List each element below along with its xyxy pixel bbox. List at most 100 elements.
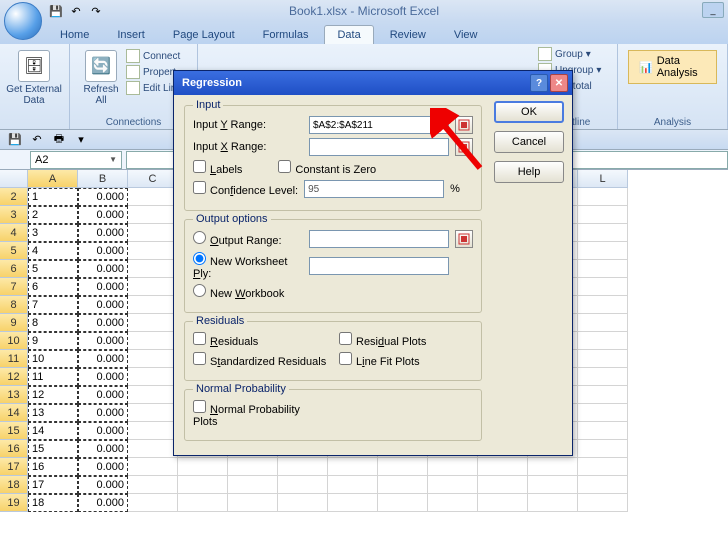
confidence-field[interactable] [304,180,444,198]
cell[interactable] [228,458,278,476]
tab-insert[interactable]: Insert [105,26,157,44]
row-header[interactable]: 13 [0,386,28,404]
cell[interactable]: 3 [28,224,78,242]
range-picker-button[interactable] [455,138,473,156]
cell[interactable] [278,476,328,494]
labels-checkbox[interactable] [193,160,206,173]
undo-icon[interactable]: ↶ [28,132,46,148]
column-header[interactable]: A [28,170,78,188]
row-header[interactable]: 18 [0,476,28,494]
new-workbook-radio[interactable] [193,284,206,297]
row-header[interactable]: 6 [0,260,28,278]
cell[interactable] [578,422,628,440]
cell[interactable]: 2 [28,206,78,224]
group-button[interactable]: Group ▾ [538,46,611,62]
tab-data[interactable]: Data [324,25,373,44]
cell[interactable]: 0.000 [78,314,128,332]
cell[interactable] [578,296,628,314]
cell[interactable]: 18 [28,494,78,512]
range-picker-button[interactable] [455,116,473,134]
input-x-range-field[interactable] [309,138,449,156]
cell[interactable] [128,296,178,314]
row-header[interactable]: 9 [0,314,28,332]
cell[interactable]: 0.000 [78,368,128,386]
cell[interactable] [128,476,178,494]
cell[interactable] [128,332,178,350]
cell[interactable]: 12 [28,386,78,404]
cell[interactable]: 0.000 [78,332,128,350]
cell[interactable] [428,458,478,476]
cell[interactable]: 0.000 [78,494,128,512]
dialog-close-button[interactable]: ✕ [550,74,568,92]
cell[interactable] [128,350,178,368]
cell[interactable]: 0.000 [78,206,128,224]
cell[interactable] [278,458,328,476]
cell[interactable] [578,404,628,422]
cell[interactable]: 13 [28,404,78,422]
cell[interactable]: 0.000 [78,296,128,314]
cell[interactable]: 0.000 [78,404,128,422]
cell[interactable] [528,458,578,476]
cell[interactable] [528,476,578,494]
cell[interactable]: 11 [28,368,78,386]
row-header[interactable]: 19 [0,494,28,512]
help-button[interactable]: Help [494,161,564,183]
cell[interactable]: 14 [28,422,78,440]
cell[interactable] [128,458,178,476]
cell[interactable]: 0.000 [78,458,128,476]
cell[interactable] [578,368,628,386]
dialog-titlebar[interactable]: Regression ? ✕ [174,71,572,95]
residual-plots-checkbox[interactable] [339,332,352,345]
save-icon[interactable]: 💾 [48,3,64,19]
cell[interactable] [378,494,428,512]
cell[interactable]: 0.000 [78,278,128,296]
cell[interactable] [178,476,228,494]
row-header[interactable]: 12 [0,368,28,386]
cell[interactable] [128,494,178,512]
cell[interactable] [578,242,628,260]
tab-page-layout[interactable]: Page Layout [161,26,247,44]
cell[interactable] [428,476,478,494]
row-header[interactable]: 7 [0,278,28,296]
cell[interactable] [578,260,628,278]
row-header[interactable]: 16 [0,440,28,458]
print-icon[interactable]: 🖶 [50,132,68,148]
cell[interactable]: 10 [28,350,78,368]
cell[interactable] [128,440,178,458]
column-header[interactable]: L [578,170,628,188]
cell[interactable] [578,278,628,296]
cell[interactable] [328,458,378,476]
tab-review[interactable]: Review [378,26,438,44]
output-range-field[interactable] [309,230,449,248]
refresh-all-button[interactable]: 🔄 Refresh All [76,46,126,127]
cell[interactable] [128,386,178,404]
cell[interactable] [578,314,628,332]
cell[interactable] [128,188,178,206]
cell[interactable]: 8 [28,314,78,332]
dialog-help-button[interactable]: ? [530,74,548,92]
get-external-data-button[interactable]: 🗄 Get External Data [6,46,62,106]
new-worksheet-radio[interactable] [193,252,206,265]
cell[interactable] [478,476,528,494]
cell[interactable] [128,314,178,332]
row-header[interactable]: 11 [0,350,28,368]
cell[interactable]: 0.000 [78,422,128,440]
cell[interactable] [128,368,178,386]
cell[interactable] [578,206,628,224]
cell[interactable] [428,494,478,512]
cell[interactable] [128,242,178,260]
save-icon[interactable]: 💾 [6,132,24,148]
cell[interactable]: 4 [28,242,78,260]
cell[interactable] [128,224,178,242]
dropdown-icon[interactable]: ▼ [109,155,117,164]
new-worksheet-field[interactable] [309,257,449,275]
cell[interactable] [128,404,178,422]
ok-button[interactable]: OK [494,101,564,123]
cell[interactable] [578,494,628,512]
cell[interactable] [378,458,428,476]
cell[interactable]: 0.000 [78,350,128,368]
line-fit-plots-checkbox[interactable] [339,352,352,365]
cell[interactable] [578,476,628,494]
input-y-range-field[interactable] [309,116,449,134]
cell[interactable]: 0.000 [78,476,128,494]
